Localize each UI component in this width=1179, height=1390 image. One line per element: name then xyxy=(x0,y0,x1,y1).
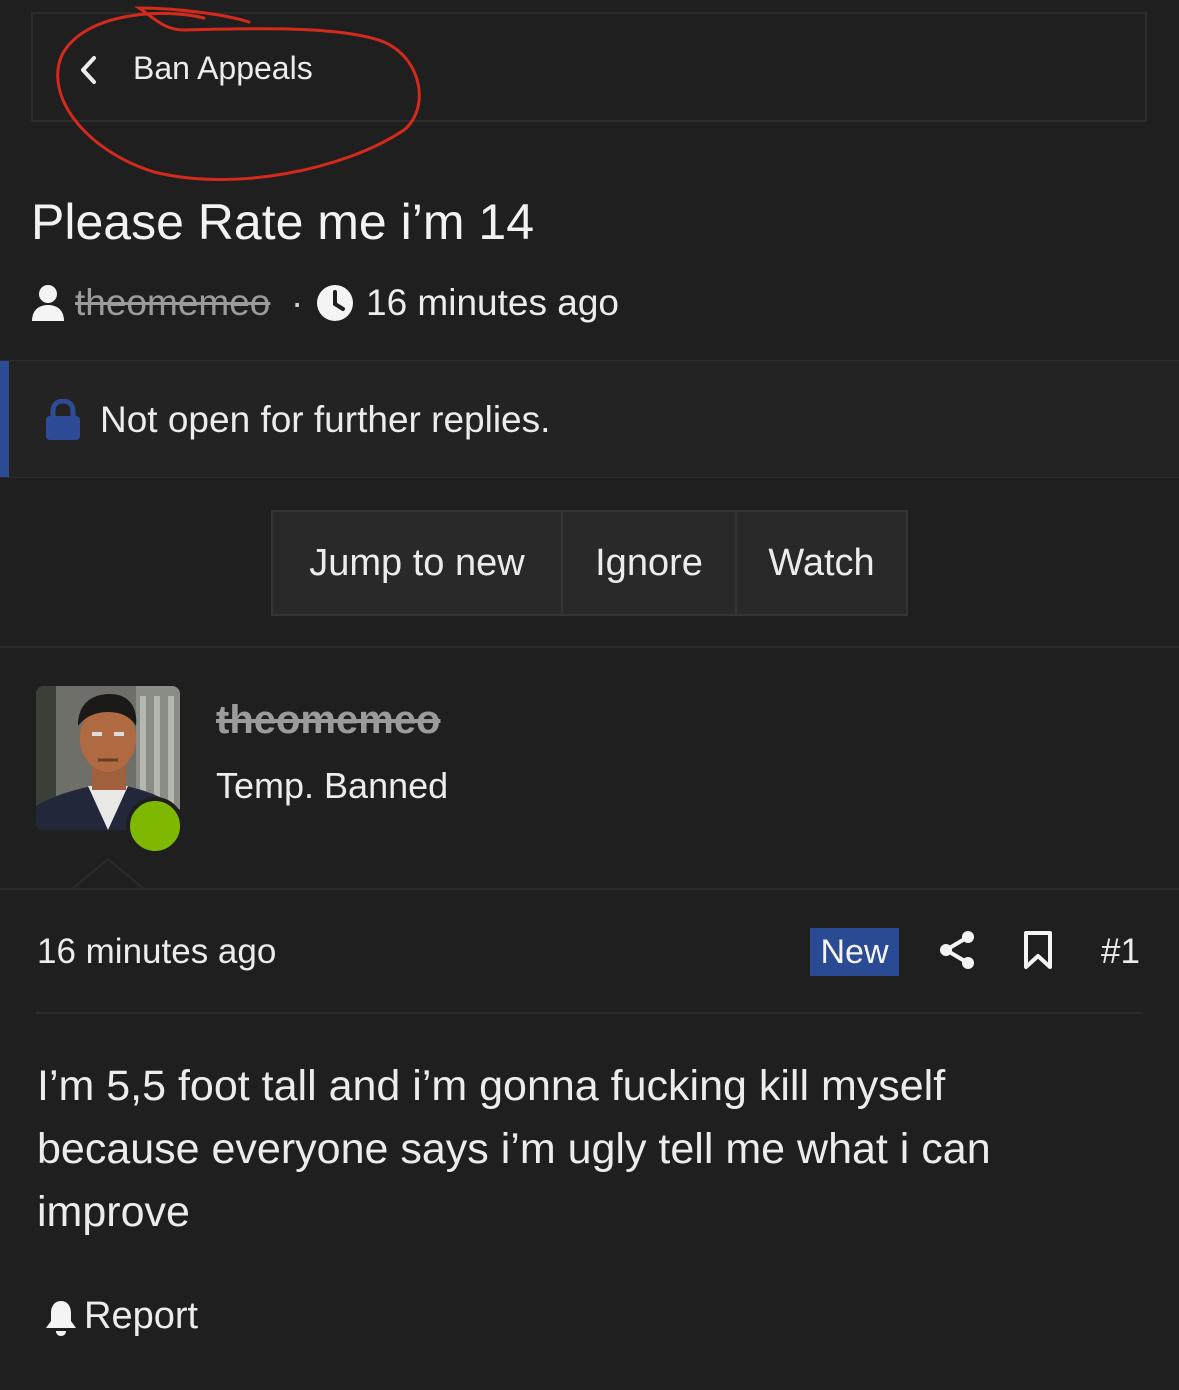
user-title: Temp. Banned xyxy=(216,765,449,806)
watch-button[interactable]: Watch xyxy=(735,512,906,614)
post-username[interactable]: theomemeo xyxy=(216,698,441,743)
message-arrow xyxy=(72,858,144,890)
post-time[interactable]: 16 minutes ago xyxy=(37,932,276,972)
divider xyxy=(36,1012,1143,1014)
thread-actions: Jump to new Ignore Watch xyxy=(271,510,908,616)
meta-separator: · xyxy=(291,282,304,323)
thread-title: Please Rate me i’m 14 xyxy=(31,194,535,250)
lock-icon xyxy=(46,399,80,440)
post-body: I’m 5,5 foot tall and i’m gonna fucking … xyxy=(37,1062,991,1236)
jump-to-new-button[interactable]: Jump to new xyxy=(273,512,561,614)
report-label[interactable]: Report xyxy=(84,1295,198,1338)
thread-time: 16 minutes ago xyxy=(366,282,620,323)
bookmark-icon[interactable] xyxy=(1023,930,1053,970)
clock-icon xyxy=(317,285,353,321)
online-status-indicator xyxy=(126,797,184,855)
locked-notice: Not open for further replies. xyxy=(0,360,1179,478)
new-badge: New xyxy=(810,928,899,976)
user-icon xyxy=(32,285,64,321)
red-circle-annotation xyxy=(56,6,421,181)
divider xyxy=(0,646,1179,648)
thread-author[interactable]: theomemeo xyxy=(75,282,270,324)
divider xyxy=(0,888,1179,890)
notice-text: Not open for further replies. xyxy=(100,399,551,440)
bell-icon xyxy=(46,1301,76,1336)
share-icon[interactable] xyxy=(938,930,976,970)
post-number[interactable]: #1 xyxy=(1101,932,1140,972)
ignore-button[interactable]: Ignore xyxy=(561,512,735,614)
notice-accent-bar xyxy=(0,361,9,477)
